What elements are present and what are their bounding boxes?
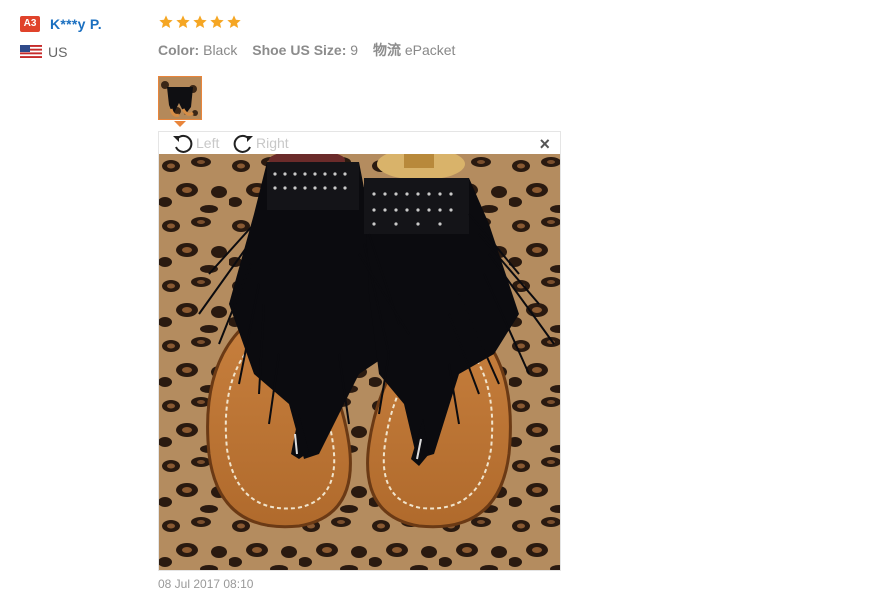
attr-key-size: Shoe US Size: (252, 42, 347, 58)
review-date: 08 Jul 2017 08:10 (158, 577, 254, 591)
user-level-badge: A3 (20, 16, 40, 32)
review-photo-thumbnail[interactable] (158, 76, 202, 120)
star-icon (176, 15, 190, 28)
thumbnail-pointer (174, 121, 186, 127)
rotate-right-icon (233, 134, 253, 153)
viewer-toolbar: Left Right × (159, 132, 560, 154)
star-icon (227, 15, 241, 28)
rotate-left-icon (173, 134, 193, 153)
photo-viewer: Left Right × (158, 131, 561, 571)
sandals-photo-image (159, 154, 560, 570)
rotate-right-label: Right (256, 135, 289, 151)
review-photo (159, 154, 560, 570)
attr-value-color: Black (203, 42, 238, 58)
star-icon (210, 15, 224, 28)
rotate-left-label: Left (196, 135, 220, 151)
attr-key-shipping: 物流 (372, 42, 401, 58)
attr-value-shipping: ePacket (404, 42, 456, 58)
star-rating (158, 14, 242, 30)
us-flag-icon (20, 45, 42, 58)
attr-value-size: 9 (350, 42, 359, 58)
star-icon (159, 15, 173, 28)
close-viewer-button[interactable]: × (539, 134, 550, 154)
reviewer-name[interactable]: K***y P. (50, 16, 102, 32)
reviewer-country: US (48, 44, 68, 60)
rotate-right-button[interactable]: Right (231, 132, 289, 154)
rotate-left-button[interactable]: Left (171, 132, 219, 154)
thumbnail-image (159, 77, 201, 119)
attr-key-color: Color: (158, 42, 200, 58)
star-icon (193, 15, 207, 28)
order-attributes: Color: Black Shoe US Size: 9 物流 ePacket (158, 40, 466, 60)
